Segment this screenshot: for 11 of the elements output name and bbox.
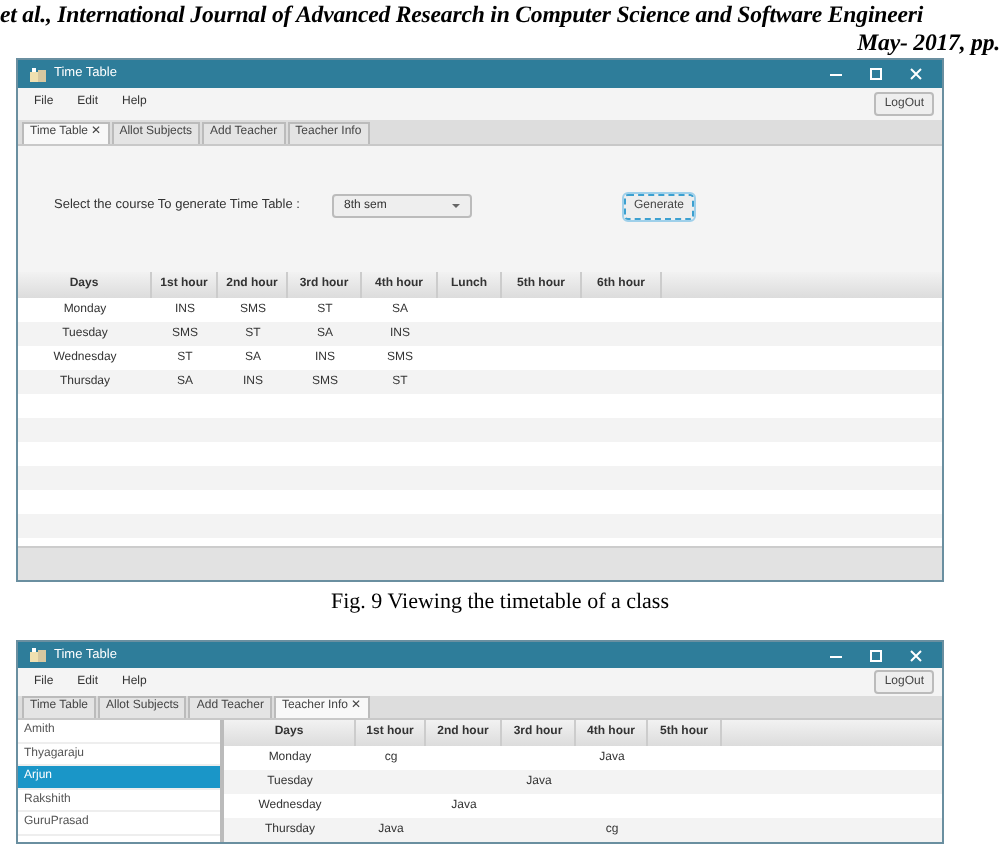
figure-caption: Fig. 9 Viewing the timetable of a class <box>329 590 671 617</box>
running-header: May- 2017, pp. <box>855 28 1000 56</box>
close-icon[interactable] <box>910 68 922 80</box>
maximize-icon[interactable] <box>870 68 882 80</box>
close-icon[interactable] <box>910 649 922 662</box>
running-header: et al., International Journal of Advanced Research in Computer Science and Software Engineeri <box>0 0 926 28</box>
minimize-icon[interactable] <box>830 68 842 80</box>
app-icon <box>30 67 46 81</box>
app-icon <box>30 648 46 663</box>
caret-icon <box>451 204 460 209</box>
maximize-icon[interactable] <box>870 649 882 662</box>
